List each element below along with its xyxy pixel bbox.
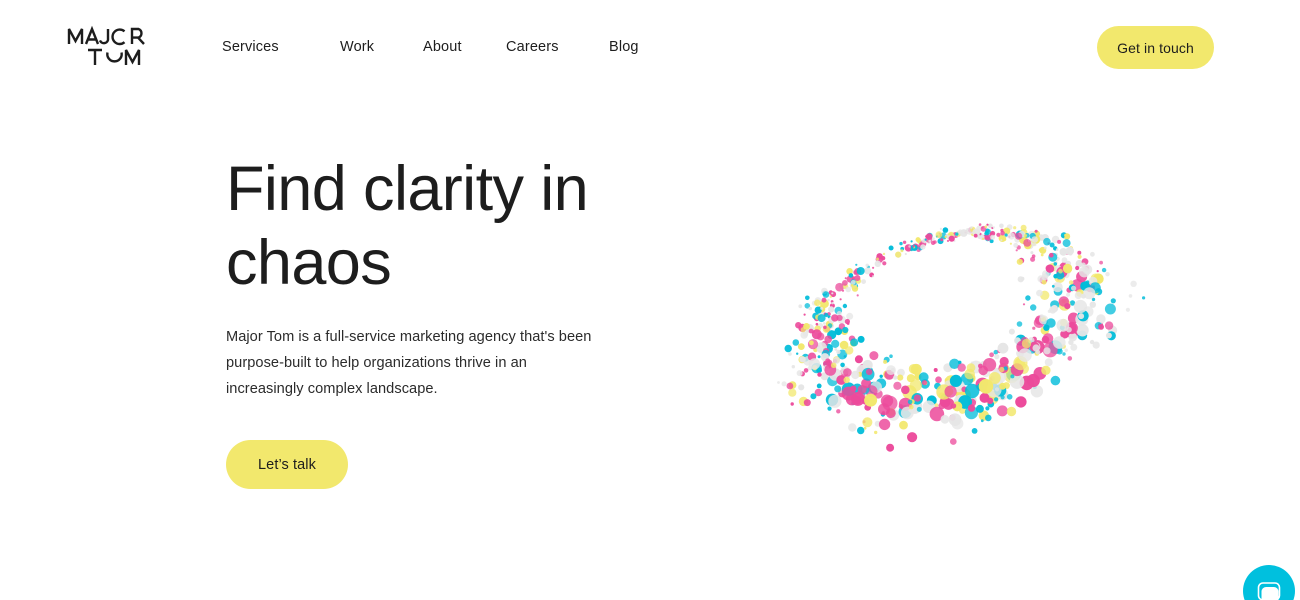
hero-heading-line-1: Find clarity in [226,154,589,224]
hero-heading: Find clarity in chaos [226,152,646,300]
nav-item-services[interactable]: Services [222,37,340,57]
nav-item-careers[interactable]: Careers [506,37,609,57]
major-tom-logo-icon [67,25,145,65]
main-navigation: Services Work About Careers Blog [222,37,639,57]
nav-item-blog[interactable]: Blog [609,37,639,57]
particle-torus-canvas [777,223,1146,452]
lets-talk-button[interactable]: Let’s talk [226,440,348,489]
hero-paragraph: Major Tom is a full-service marketing ag… [226,329,592,397]
chat-widget-button[interactable] [1243,565,1295,600]
nav-item-work[interactable]: Work [340,37,423,57]
major-tom-logo[interactable] [66,24,162,70]
chat-bubble-icon [1257,582,1281,600]
nav-item-about[interactable]: About [423,37,506,57]
get-in-touch-button[interactable]: Get in touch [1097,26,1214,69]
hero-heading-line-2: chaos [226,228,392,298]
site-header: Services Work About Careers Blog Get in … [0,0,1300,94]
particle-torus-graphic [735,155,1160,485]
hero-section: Find clarity in chaos Major Tom is a full… [226,152,646,402]
